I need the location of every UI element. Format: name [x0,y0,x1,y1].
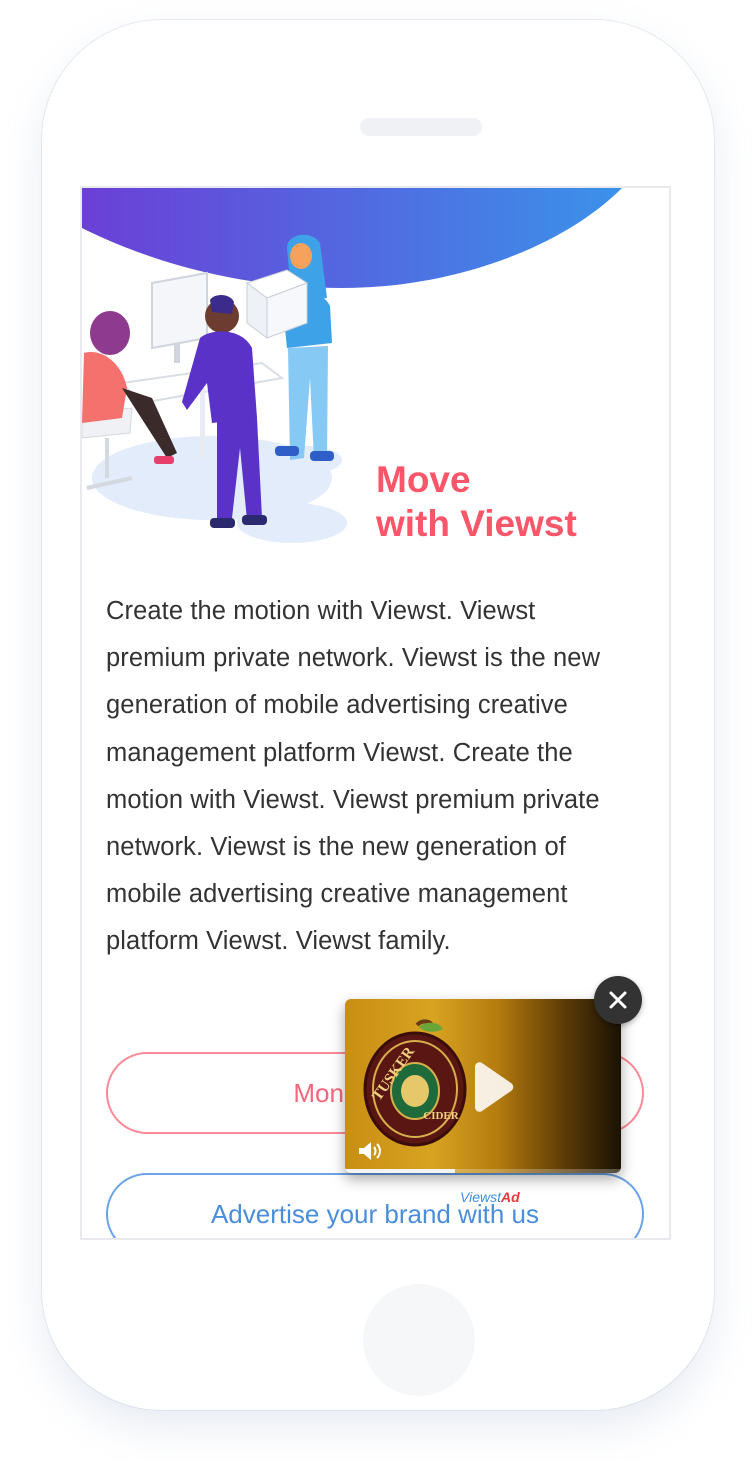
hero-headline-line2: with Viewst [376,503,577,544]
ad-label-part2: Ad [500,1189,520,1205]
ad-progress-bar[interactable] [345,1169,621,1173]
ad-brand-text-bottom: CIDER [423,1110,460,1122]
advertise-brand-button[interactable]: Advertise your brand with us [106,1173,644,1238]
video-ad-player[interactable]: TUSKER CIDER [345,999,621,1173]
ad-progress-fill [345,1169,456,1173]
volume-icon[interactable] [357,1139,385,1163]
home-button[interactable] [363,1284,475,1396]
tusker-cider-logo: TUSKER CIDER [363,1019,467,1147]
play-icon[interactable] [463,1061,515,1113]
description-paragraph: Create the motion with Viewst. Viewst pr… [106,597,601,956]
ad-label-part1: Viewst [460,1189,501,1205]
hero-gradient-wave [82,188,622,288]
phone-speaker [360,118,482,136]
close-ad-button[interactable] [594,976,642,1024]
close-icon [609,991,627,1009]
hero-headline: Move with Viewst [376,458,577,546]
viewst-ad-label[interactable]: ViewstAd [460,1188,520,1206]
hero-headline-line1: Move [376,459,471,500]
